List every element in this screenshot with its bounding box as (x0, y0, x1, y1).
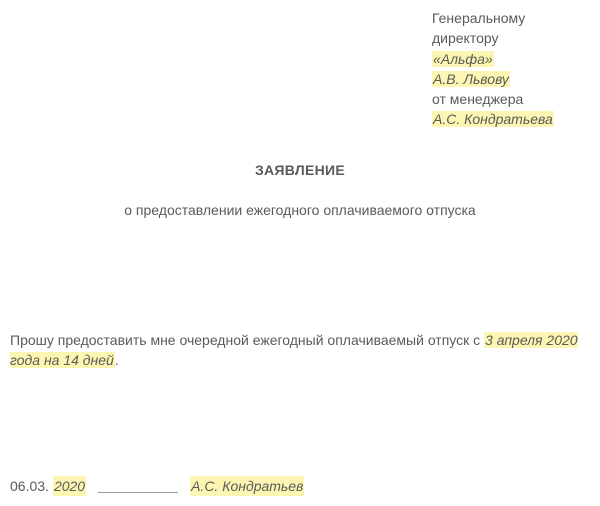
body-prefix: Прошу предоставить мне очередной ежегодн… (10, 332, 484, 348)
signature-name: А.С. Кондратьев (190, 476, 304, 496)
to-person: А.В. Львову (432, 71, 510, 87)
document-title: ЗАЯВЛЕНИЕ (0, 160, 600, 180)
company-name: «Альфа» (432, 51, 494, 67)
document-subtitle: о предоставлении ежегодного оплачиваемог… (0, 200, 600, 220)
body-paragraph: Прошу предоставить мне очередной ежегодн… (10, 330, 590, 371)
document-page: Генеральному директору «Альфа» А.В. Льво… (0, 0, 600, 506)
from-title: от менеджера (432, 89, 592, 109)
body-suffix: . (115, 352, 119, 368)
signature-line (98, 492, 178, 493)
to-title: Генеральному директору (432, 8, 592, 49)
date-year: 2020 (53, 476, 86, 496)
from-person: А.С. Кондратьева (432, 111, 554, 127)
date-prefix: 06.03. (10, 476, 49, 496)
addressee-block: Генеральному директору «Альфа» А.В. Льво… (432, 8, 592, 130)
footer-line: 06.03.2020 А.С. Кондратьев (10, 476, 304, 496)
